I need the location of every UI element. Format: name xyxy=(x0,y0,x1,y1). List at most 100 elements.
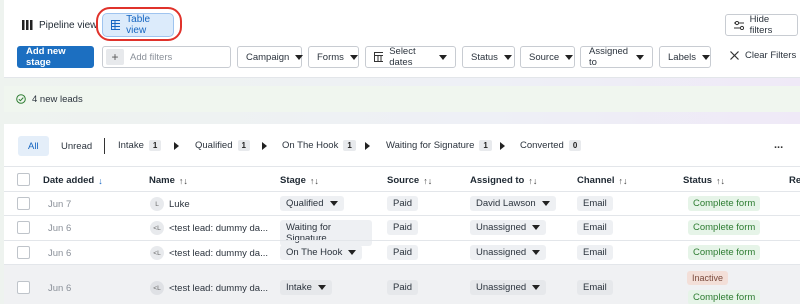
table-icon xyxy=(111,20,121,30)
tab-all-label: All xyxy=(28,140,39,152)
chevron-down-icon xyxy=(532,285,541,290)
column-header-name-label: Name xyxy=(149,175,175,186)
row-date: Jun 6 xyxy=(48,283,72,294)
chevron-down-icon xyxy=(532,250,541,255)
row-checkbox[interactable] xyxy=(17,197,30,210)
tab-waiting-count: 1 xyxy=(479,140,492,151)
tab-on-the-hook[interactable]: On The Hook 1 xyxy=(282,140,356,151)
labels-filter-dropdown[interactable]: Labels xyxy=(659,46,711,68)
tab-unread-label: Unread xyxy=(61,141,93,152)
status-badge: Complete form xyxy=(688,290,761,304)
more-options-icon[interactable]: ... xyxy=(774,139,783,151)
column-header-source[interactable]: Source ↑↓ xyxy=(387,175,432,186)
stage-dropdown-label: Qualified xyxy=(286,198,324,209)
add-new-stage-label: Add new stage xyxy=(26,46,66,68)
tab-waiting-for-signature[interactable]: Waiting for Signature 1 xyxy=(386,140,492,151)
chevron-down-icon xyxy=(295,54,304,60)
hide-filters-button[interactable]: Hide filters xyxy=(725,14,798,36)
assignee-dropdown[interactable]: Unassigned xyxy=(470,220,547,235)
chevron-down-icon xyxy=(349,54,358,60)
source-badge: Paid xyxy=(387,245,419,260)
sort-icon: ↑↓ xyxy=(618,175,628,186)
assignee-dropdown[interactable]: Unassigned xyxy=(470,245,547,260)
assigned-to-filter-dropdown[interactable]: Assigned to xyxy=(580,46,653,68)
column-header-status-label: Status xyxy=(683,175,713,186)
chevron-down-icon xyxy=(317,285,326,290)
row-checkbox[interactable] xyxy=(17,246,30,259)
column-header-date-added[interactable]: Date added ↓ xyxy=(43,175,103,186)
sort-icon: ↑↓ xyxy=(309,175,319,186)
status-filter-dropdown[interactable]: Status xyxy=(462,46,515,68)
tab-qualified-count: 1 xyxy=(237,140,250,151)
column-header-stage[interactable]: Stage ↑↓ xyxy=(280,175,319,186)
status-filter-label: Status xyxy=(471,51,498,63)
arrow-right-icon xyxy=(500,142,505,150)
tab-divider xyxy=(104,138,105,154)
stage-dropdown[interactable]: On The Hook xyxy=(280,245,363,260)
select-dates-dropdown[interactable]: Select dates xyxy=(365,46,456,68)
stage-dropdown[interactable]: Intake xyxy=(280,280,332,295)
stage-dropdown[interactable]: Qualified xyxy=(280,196,344,211)
chevron-down-icon xyxy=(565,54,574,60)
avatar: <L xyxy=(150,246,164,260)
table-view-button[interactable]: Table view xyxy=(102,13,174,37)
source-badge: Paid xyxy=(387,280,419,295)
column-header-status[interactable]: Status ↑↓ xyxy=(683,175,725,186)
tab-intake-count: 1 xyxy=(148,140,162,151)
row-checkbox[interactable] xyxy=(17,221,30,234)
stage-dropdown-label: On The Hook xyxy=(286,247,343,258)
clear-filters-button[interactable]: Clear Filters xyxy=(730,50,796,61)
column-header-truncated[interactable]: Re xyxy=(789,175,800,186)
forms-filter-dropdown[interactable]: Forms xyxy=(308,46,359,68)
row-date: Jun 7 xyxy=(48,199,72,210)
row-name[interactable]: <test lead: dummy da... xyxy=(169,223,268,234)
tab-qualified[interactable]: Qualified 1 xyxy=(195,140,250,151)
arrow-right-icon xyxy=(262,142,267,150)
new-leads-text: 4 new leads xyxy=(32,93,83,105)
assignee-dropdown[interactable]: David Lawson xyxy=(470,196,556,211)
column-header-channel[interactable]: Channel ↑↓ xyxy=(577,175,627,186)
channel-badge: Email xyxy=(577,220,613,235)
assignee-dropdown[interactable]: Unassigned xyxy=(470,280,547,295)
column-header-source-label: Source xyxy=(387,175,420,186)
column-header-stage-label: Stage xyxy=(280,175,306,186)
tab-unread[interactable]: Unread xyxy=(61,141,92,152)
clear-filters-label: Clear Filters xyxy=(745,50,797,61)
chevron-down-icon xyxy=(636,54,644,60)
sort-icon: ↑↓ xyxy=(528,175,538,186)
select-all-checkbox[interactable] xyxy=(17,173,30,186)
row-name[interactable]: <test lead: dummy da... xyxy=(169,248,268,259)
source-filter-dropdown[interactable]: Source xyxy=(520,46,575,68)
pipeline-view-button[interactable]: Pipeline view xyxy=(14,13,105,37)
tab-converted[interactable]: Converted 0 xyxy=(520,140,582,151)
assignee-dropdown-label: Unassigned xyxy=(476,247,527,258)
row-date: Jun 6 xyxy=(48,223,72,234)
source-badge: Paid xyxy=(387,196,419,211)
column-header-assigned-to[interactable]: Assigned to ↑↓ xyxy=(470,175,537,186)
status-badge: Complete form xyxy=(688,245,761,260)
row-name[interactable]: Luke xyxy=(169,199,190,210)
add-new-stage-button[interactable]: Add new stage xyxy=(17,46,94,68)
pipeline-view-label: Pipeline view xyxy=(39,19,98,31)
column-header-name[interactable]: Name ↑↓ xyxy=(149,175,188,186)
row-date: Jun 6 xyxy=(48,248,72,259)
inactive-badge: Inactive xyxy=(687,271,729,285)
avatar: <L xyxy=(150,221,164,235)
tab-converted-label: Converted xyxy=(520,140,564,151)
chevron-down-icon xyxy=(541,201,550,206)
chevron-down-icon xyxy=(439,54,447,60)
tab-all[interactable]: All xyxy=(18,136,49,156)
add-filters-input[interactable]: + Add filters xyxy=(102,46,231,68)
row-checkbox[interactable] xyxy=(17,281,30,294)
channel-badge: Email xyxy=(577,280,613,295)
column-header-assigned-to-label: Assigned to xyxy=(470,175,525,186)
chevron-down-icon xyxy=(702,54,710,60)
campaign-filter-dropdown[interactable]: Campaign xyxy=(237,46,304,68)
row-name[interactable]: <test lead: dummy da... xyxy=(169,283,268,294)
assignee-dropdown-label: Unassigned xyxy=(476,222,527,233)
tab-intake[interactable]: Intake 1 xyxy=(118,140,162,151)
chevron-down-icon xyxy=(503,54,512,60)
hide-filters-label: Hide filters xyxy=(749,14,773,36)
arrow-right-icon xyxy=(365,142,370,150)
channel-badge: Email xyxy=(577,196,613,211)
